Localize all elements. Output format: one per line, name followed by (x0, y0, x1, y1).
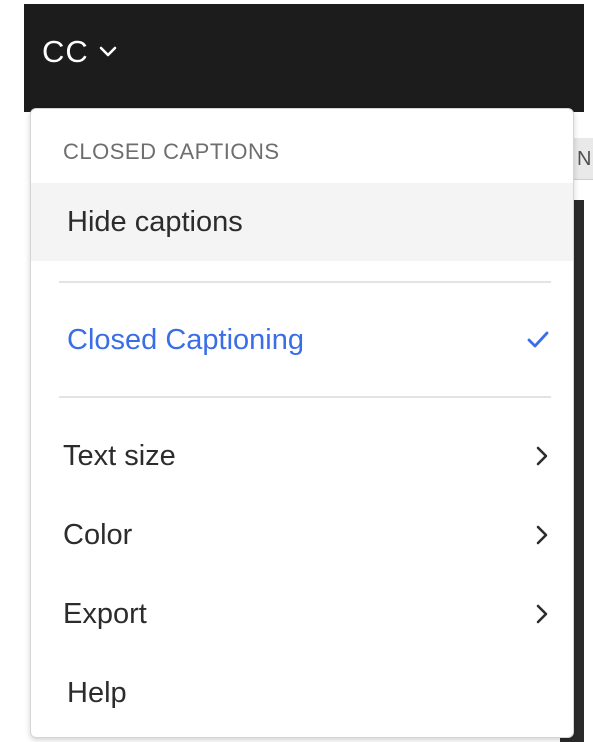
divider (59, 396, 551, 398)
menu-item-closed-captioning[interactable]: Closed Captioning (31, 301, 573, 379)
menu-item-hide-captions[interactable]: Hide captions (31, 183, 573, 261)
menu-header: CLOSED CAPTIONS (63, 139, 280, 164)
chevron-right-icon (535, 446, 549, 466)
menu-item-color[interactable]: Color (31, 496, 573, 574)
divider (59, 281, 551, 283)
closed-captions-menu: CLOSED CAPTIONS Hide captions Closed Cap… (30, 108, 574, 738)
menu-item-label: Color (63, 518, 133, 551)
chevron-right-icon (535, 604, 549, 624)
menu-item-label: Text size (63, 439, 176, 472)
chevron-right-icon (535, 525, 549, 545)
menu-item-text-size[interactable]: Text size (31, 417, 573, 495)
background-tab-text: N (577, 148, 592, 170)
closed-captions-button[interactable]: CC (42, 30, 117, 74)
cc-label: CC (42, 34, 89, 69)
menu-item-label: Help (67, 676, 127, 709)
menu-item-label: Hide captions (67, 205, 243, 238)
menu-item-export[interactable]: Export (31, 575, 573, 653)
menu-item-help[interactable]: Help (31, 654, 573, 732)
caption-menu-screen: CC N CLOSED CAPTIONS Hide captions Close… (0, 0, 593, 742)
menu-item-label: Closed Captioning (67, 323, 304, 356)
chevron-down-icon (99, 46, 117, 58)
menu-item-label: Export (63, 597, 147, 630)
checkmark-icon (527, 331, 549, 349)
